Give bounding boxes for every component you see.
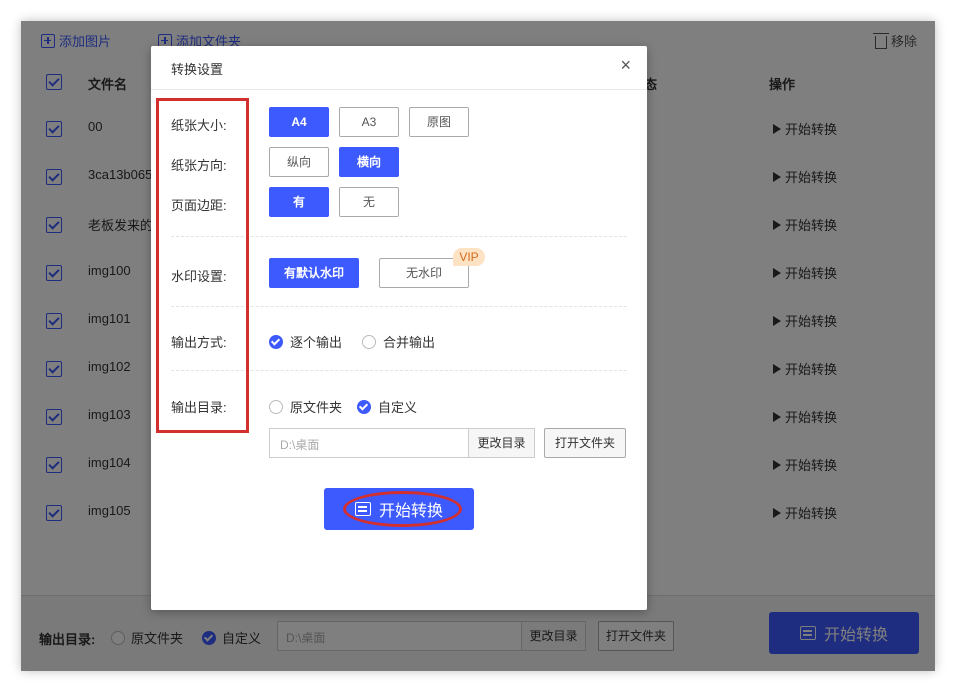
output-dir-custom-label: 自定义 xyxy=(378,400,418,415)
dialog-title: 转换设置 xyxy=(171,62,224,77)
radio-checked-icon xyxy=(269,334,283,349)
radio-icon xyxy=(362,334,376,349)
vip-badge: VIP xyxy=(453,248,485,266)
output-dir-original[interactable]: 原文件夹 xyxy=(269,397,342,416)
annotation-highlight-ellipse xyxy=(343,491,462,527)
output-mode-each-label: 逐个输出 xyxy=(290,335,343,350)
radio-checked-icon xyxy=(357,399,371,414)
close-icon[interactable]: × xyxy=(620,56,631,74)
paper-size-a4[interactable]: A4 xyxy=(269,107,329,137)
margin-yes[interactable]: 有 xyxy=(269,187,329,217)
change-dir-button[interactable]: 更改目录 xyxy=(468,429,534,457)
output-path-placeholder: D:\桌面 xyxy=(280,438,320,452)
orientation-portrait[interactable]: 纵向 xyxy=(269,147,329,177)
output-dir-original-label: 原文件夹 xyxy=(290,400,343,415)
output-mode-merge-label: 合并输出 xyxy=(383,335,436,350)
output-path-input[interactable]: D:\桌面 更改目录 xyxy=(269,428,535,458)
output-mode-each[interactable]: 逐个输出 xyxy=(269,332,342,351)
orientation-landscape[interactable]: 横向 xyxy=(339,147,399,177)
watermark-default[interactable]: 有默认水印 xyxy=(269,258,359,288)
radio-icon xyxy=(269,399,283,414)
paper-size-original[interactable]: 原图 xyxy=(409,107,469,137)
paper-size-a3[interactable]: A3 xyxy=(339,107,399,137)
annotation-highlight-box xyxy=(156,98,249,433)
output-mode-merge[interactable]: 合并输出 xyxy=(362,332,435,351)
output-dir-custom[interactable]: 自定义 xyxy=(357,397,417,416)
title-divider xyxy=(151,89,647,90)
open-folder-button[interactable]: 打开文件夹 xyxy=(544,428,626,458)
margin-no[interactable]: 无 xyxy=(339,187,399,217)
